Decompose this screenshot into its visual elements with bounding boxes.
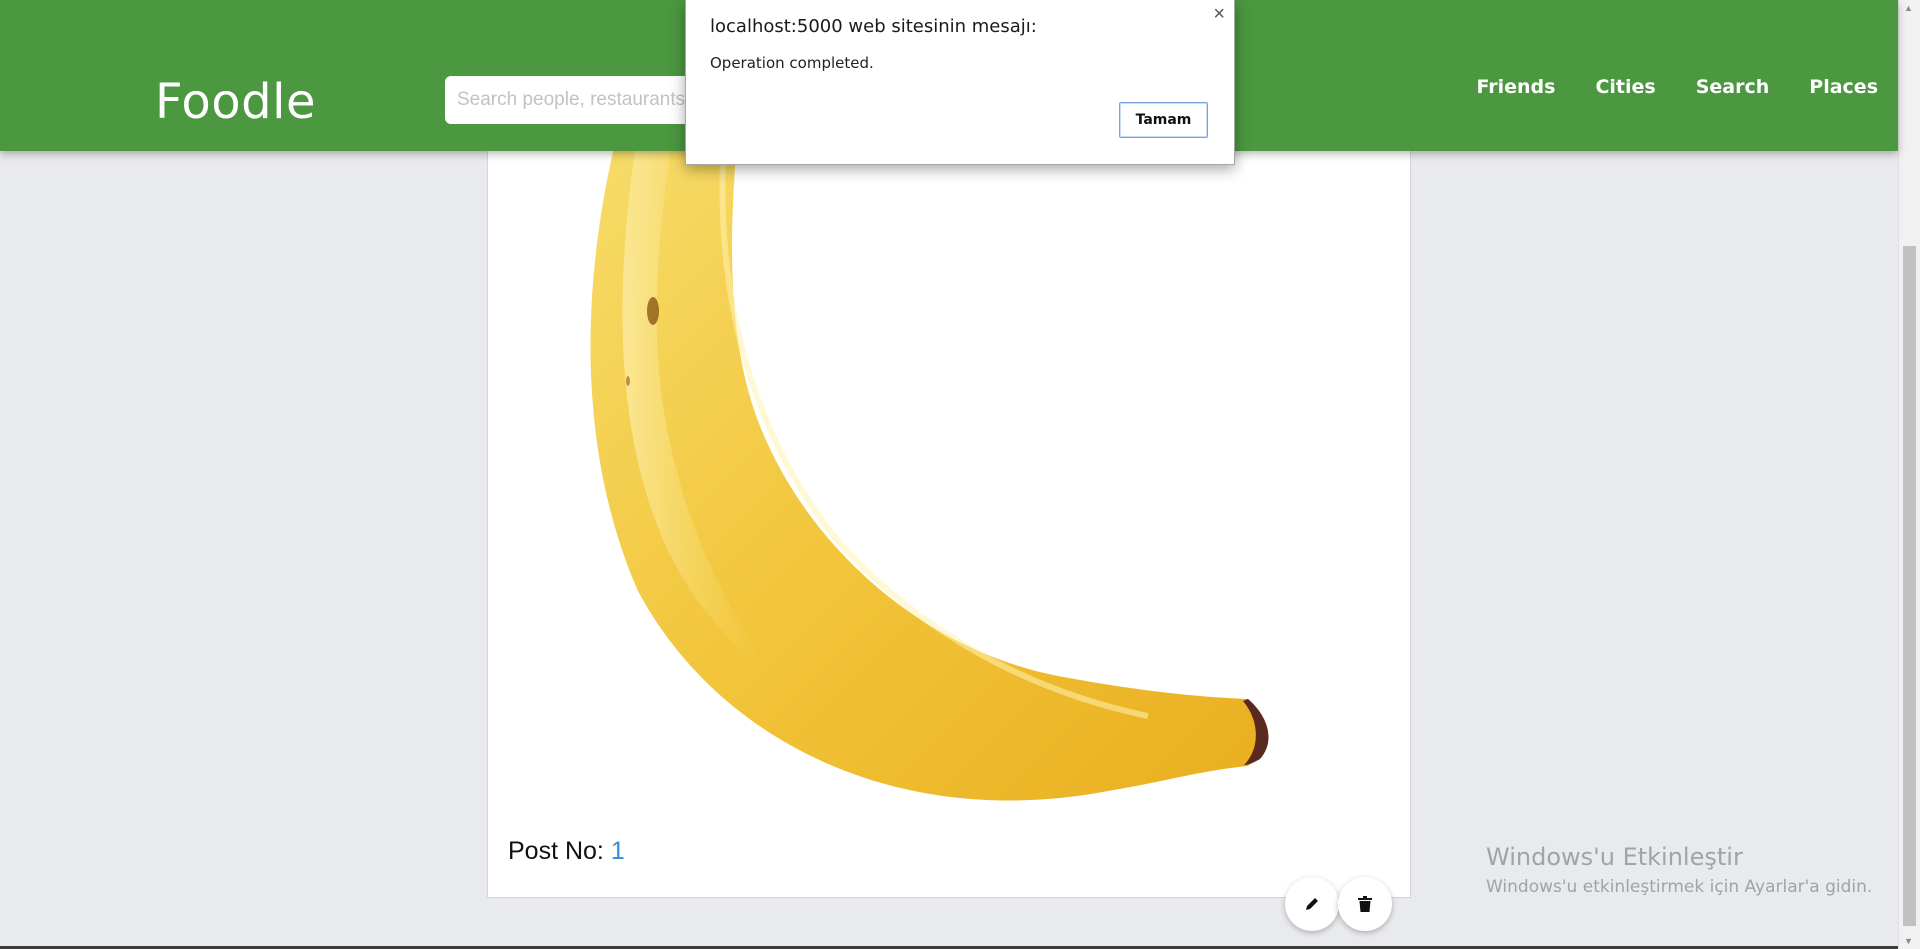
nav-link-places[interactable]: Places — [1809, 76, 1878, 98]
search-input[interactable] — [445, 76, 685, 124]
post-number-label: Post No: — [508, 837, 611, 865]
nav-link-friends[interactable]: Friends — [1477, 76, 1556, 98]
post-image-banana — [590, 131, 1269, 801]
nav-link-search[interactable]: Search — [1696, 76, 1770, 98]
delete-button[interactable] — [1338, 877, 1392, 931]
close-icon[interactable]: × — [1213, 3, 1225, 26]
dialog-title: localhost:5000 web sitesinin mesajı: — [710, 16, 1037, 37]
watermark-title: Windows'u Etkinleştir — [1486, 843, 1743, 871]
scroll-up-icon[interactable]: ▲ — [1904, 3, 1913, 13]
pencil-icon — [1306, 898, 1318, 910]
alert-dialog: localhost:5000 web sitesinin mesajı: Ope… — [685, 0, 1235, 165]
scroll-down-icon[interactable]: ▼ — [1904, 936, 1913, 946]
post-card: Post No: 1 — [487, 120, 1411, 898]
brand-logo[interactable]: Foodle — [155, 74, 316, 130]
ok-button[interactable]: Tamam — [1119, 102, 1208, 138]
post-number-value[interactable]: 1 — [611, 837, 625, 865]
nav-link-cities[interactable]: Cities — [1595, 76, 1655, 98]
scroll-thumb[interactable] — [1903, 246, 1916, 926]
edit-button[interactable] — [1285, 877, 1339, 931]
vertical-scrollbar[interactable]: ▲ ▼ — [1898, 0, 1920, 949]
nav-links: Friends Cities Search Places — [1437, 76, 1879, 98]
watermark-subtitle: Windows'u etkinleştirmek için Ayarlar'a … — [1486, 877, 1873, 897]
windows-activation-watermark: Windows'u Etkinleştir Windows'u etkinleş… — [1486, 843, 1872, 897]
post-number: Post No: 1 — [508, 837, 625, 866]
dialog-message: Operation completed. — [710, 54, 874, 72]
trash-icon — [1358, 896, 1372, 912]
